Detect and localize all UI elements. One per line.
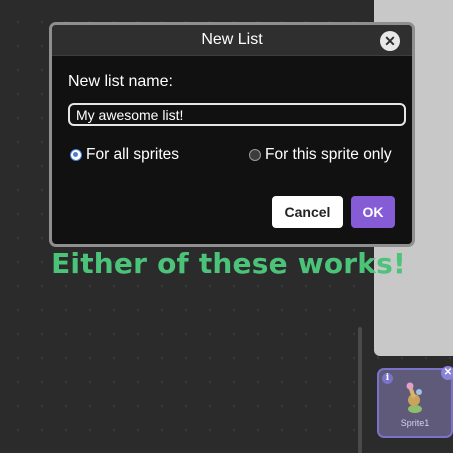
radio-unchecked-icon[interactable]	[249, 149, 261, 161]
list-name-label: New list name:	[68, 73, 173, 90]
sprite-card[interactable]: i ✕ Sprite1	[377, 366, 453, 438]
sprite-thumbnail	[406, 382, 422, 413]
radio-label-this-sprite: For this sprite only	[265, 146, 392, 163]
new-list-dialog: New List ✕ New list name: For all sprite…	[49, 22, 415, 247]
dialog-title: New List	[201, 31, 263, 48]
radio-checked-icon[interactable]	[70, 149, 82, 161]
sprite-name: Sprite1	[400, 418, 430, 428]
list-name-input[interactable]	[68, 103, 406, 126]
scrollbar[interactable]	[358, 327, 362, 453]
cancel-button[interactable]: Cancel	[272, 196, 343, 228]
radio-label-all-sprites: For all sprites	[86, 146, 180, 163]
info-icon[interactable]: i	[382, 373, 393, 384]
radio-for-all-sprites[interactable]: For all sprites	[70, 146, 179, 164]
dialog-header: New List ✕	[52, 25, 412, 56]
annotation-text: Either of these works!	[51, 247, 406, 280]
close-icon[interactable]: ✕	[380, 31, 400, 51]
code-area: i ✕ Sprite1 New List ✕ New list name: Fo…	[0, 0, 453, 453]
ok-button[interactable]: OK	[351, 196, 395, 228]
radio-for-this-sprite-only[interactable]: For this sprite only	[249, 146, 392, 164]
delete-icon[interactable]: ✕	[441, 366, 453, 380]
